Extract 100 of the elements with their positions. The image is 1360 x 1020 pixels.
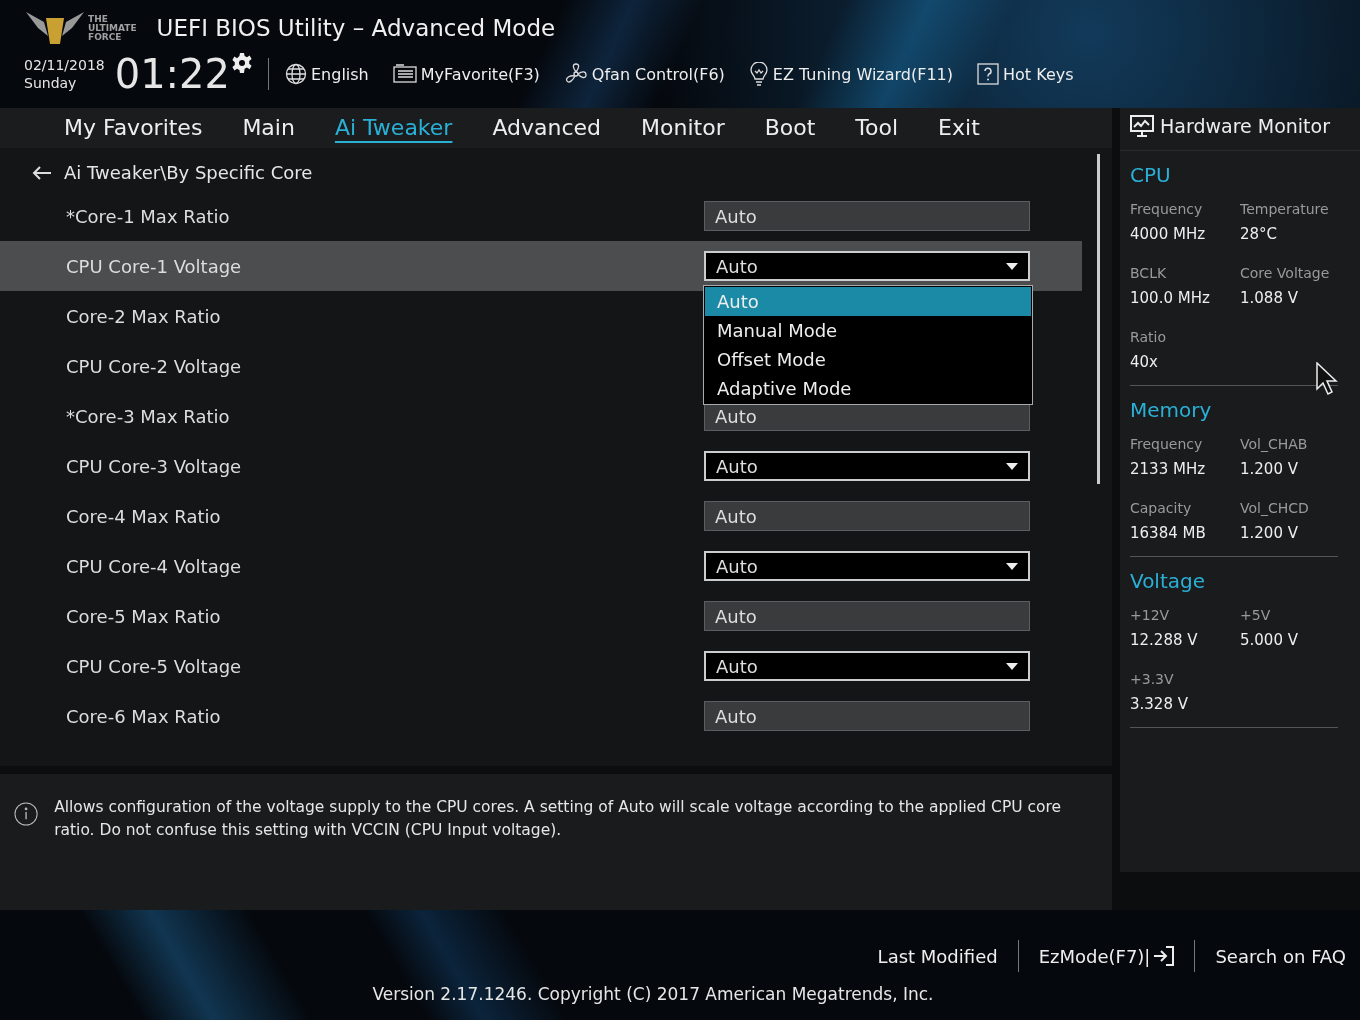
- text-field[interactable]: Auto: [704, 201, 1030, 231]
- section-title: Memory: [1130, 398, 1213, 422]
- section-title: Voltage: [1130, 569, 1207, 593]
- setting-row[interactable]: CPU Core-3 Voltage Auto: [0, 441, 1082, 491]
- reading-value: 1.088 V: [1240, 289, 1299, 307]
- setting-label: *Core-3 Max Ratio: [66, 405, 230, 427]
- menu-tab[interactable]: My Favorites: [44, 110, 223, 146]
- menu-tab[interactable]: Monitor: [621, 110, 745, 146]
- setting-label: *Core-1 Max Ratio: [66, 205, 230, 227]
- globe-icon: [285, 63, 307, 85]
- dropdown-option[interactable]: Offset Mode: [705, 345, 1031, 374]
- setting-label: CPU Core-3 Voltage: [66, 455, 242, 477]
- reading-label: +5V: [1240, 607, 1272, 623]
- reading-label: Ratio: [1130, 329, 1167, 345]
- menu-tab[interactable]: Main: [222, 110, 315, 146]
- menu-tab[interactable]: Boot: [744, 110, 836, 146]
- lightbulb-icon: [748, 62, 769, 86]
- text-field[interactable]: Auto: [704, 701, 1030, 731]
- caret-icon: [1006, 462, 1018, 470]
- version-text: Version 2.17.1246. Copyright (C) 2017 American Megatrends, Inc.: [372, 984, 934, 1004]
- toolbar-button[interactable]: Qfan Control(F6): [563, 62, 725, 86]
- footer-link[interactable]: EzMode(F7)|: [1038, 945, 1175, 967]
- setting-row[interactable]: CPU Core-4 Voltage Auto: [0, 541, 1082, 591]
- reading-label: Vol_CHCD: [1240, 500, 1310, 516]
- help-icon: [977, 63, 1000, 85]
- breadcrumb: Ai Tweaker\By Specific Core: [64, 162, 313, 183]
- toolbar-button[interactable]: English: [285, 63, 369, 85]
- setting-label: Core-2 Max Ratio: [66, 305, 221, 327]
- toolbar-button[interactable]: EZ Tuning Wizard(F11): [748, 62, 954, 86]
- dropdown-field[interactable]: Auto: [704, 651, 1030, 681]
- setting-row[interactable]: Core-6 Max Ratio Auto: [0, 691, 1082, 741]
- reading-value: 16384 MB: [1130, 524, 1207, 542]
- setting-row[interactable]: Core-4 Max Ratio Auto: [0, 491, 1082, 541]
- day-text: Sunday: [24, 74, 78, 92]
- reading-value: 12.288 V: [1130, 631, 1199, 649]
- caret-icon: [1006, 562, 1018, 570]
- reading-value: 1.200 V: [1240, 460, 1299, 478]
- reading-value: 4000 MHz: [1130, 225, 1207, 243]
- setting-label: Core-6 Max Ratio: [66, 705, 221, 727]
- settings-icon[interactable]: [232, 53, 252, 73]
- reading-value: 3.328 V: [1130, 695, 1189, 713]
- reading-label: Vol_CHAB: [1240, 436, 1309, 452]
- reading-value: 40x: [1130, 353, 1159, 371]
- reading-label: Temperature: [1240, 201, 1330, 217]
- list-icon: [392, 64, 417, 84]
- text-field[interactable]: Auto: [704, 601, 1030, 631]
- toolbar-button[interactable]: MyFavorite(F3): [392, 64, 540, 84]
- dropdown-field[interactable]: Auto: [704, 551, 1030, 581]
- reading-label: Frequency: [1130, 436, 1204, 452]
- monitor-icon: [1130, 114, 1154, 138]
- setting-row[interactable]: *Core-1 Max Ratio Auto: [0, 191, 1082, 241]
- reading-value: 1.200 V: [1240, 524, 1299, 542]
- setting-label: Core-4 Max Ratio: [66, 505, 221, 527]
- dropdown-option[interactable]: Manual Mode: [705, 316, 1031, 345]
- fan-icon: [563, 62, 588, 86]
- menu-tab[interactable]: Ai Tweaker: [314, 110, 473, 146]
- scrollbar[interactable]: [1097, 154, 1100, 484]
- reading-label: Frequency: [1130, 201, 1204, 217]
- reading-label: Core Voltage: [1240, 265, 1331, 281]
- setting-label: CPU Core-4 Voltage: [66, 555, 242, 577]
- reading-label: Capacity: [1130, 500, 1193, 516]
- setting-row[interactable]: CPU Core-2 Voltage: [0, 341, 688, 391]
- footer-link[interactable]: Last Modified: [877, 945, 998, 967]
- reading-value: 2133 MHz: [1130, 460, 1207, 478]
- dropdown-field[interactable]: Auto: [704, 251, 1030, 281]
- dropdown-option[interactable]: Adaptive Mode: [705, 374, 1031, 403]
- panel-title: Hardware Monitor: [1160, 115, 1330, 137]
- logo-text: THE: [88, 14, 109, 24]
- dropdown-field[interactable]: Auto: [704, 451, 1030, 481]
- setting-row[interactable]: Core-5 Max Ratio Auto: [0, 591, 1082, 641]
- text-field[interactable]: Auto: [704, 501, 1030, 531]
- menu-tab[interactable]: Advanced: [472, 110, 622, 146]
- setting-label: Core-5 Max Ratio: [66, 605, 221, 627]
- mouse-pointer-icon: [1316, 362, 1338, 396]
- date-text: 02/11/2018: [24, 56, 105, 74]
- reading-label: BCLK: [1130, 265, 1168, 281]
- setting-row[interactable]: Core-2 Max Ratio: [0, 291, 688, 341]
- reading-value: 28°C: [1240, 225, 1279, 243]
- toolbar-button[interactable]: Hot Keys: [977, 63, 1074, 85]
- reading-label: +3.3V: [1130, 671, 1175, 687]
- setting-label: CPU Core-1 Voltage: [66, 255, 242, 277]
- exit-icon: [1152, 946, 1175, 966]
- section-title: CPU: [1130, 163, 1172, 187]
- footer-link[interactable]: Search on FAQ: [1215, 945, 1346, 967]
- reading-value: 100.0 MHz: [1130, 289, 1211, 307]
- logo-text: ULTIMATE: [88, 23, 137, 33]
- caret-icon: [1006, 262, 1018, 270]
- menu-tab[interactable]: Tool: [835, 110, 919, 146]
- clock-time: 01:22: [114, 54, 230, 94]
- setting-label: CPU Core-2 Voltage: [66, 355, 242, 377]
- setting-label: CPU Core-5 Voltage: [66, 655, 242, 677]
- logo-text: FORCE: [88, 32, 123, 42]
- reading-label: +12V: [1130, 607, 1171, 623]
- menu-tab[interactable]: Exit: [918, 110, 1000, 146]
- window-title: UEFI BIOS Utility – Advanced Mode: [156, 15, 556, 41]
- setting-row[interactable]: CPU Core-5 Voltage Auto: [0, 641, 1082, 691]
- help-text: Allows configuration of the voltage supply to the CPU cores. A setting of Auto will scale voltage according to the applied CPU core ratio. Do not confuse this setting with VCCIN (CPU Input voltage).: [54, 797, 1063, 841]
- reading-value: 5.000 V: [1240, 631, 1299, 649]
- caret-icon: [1006, 662, 1018, 670]
- back-arrow-icon[interactable]: [32, 164, 52, 181]
